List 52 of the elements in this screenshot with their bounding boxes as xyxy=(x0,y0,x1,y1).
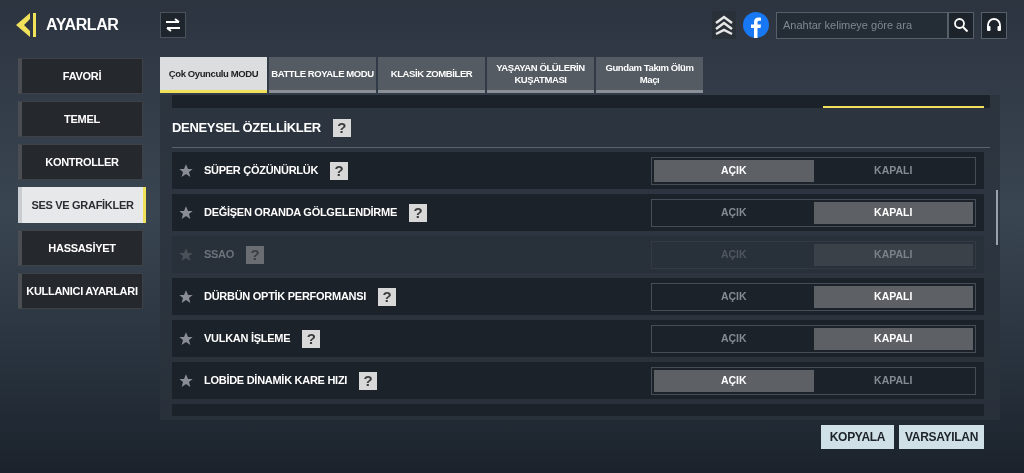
sidebar-item[interactable]: KONTROLLER xyxy=(18,144,143,180)
toggle-option[interactable]: KAPALI xyxy=(813,327,973,350)
sidebar-item[interactable]: TEMEL xyxy=(18,101,143,137)
search-field[interactable]: Anahtar kelimeye göre ara xyxy=(776,11,948,39)
mode-tab[interactable]: Çok Oyunculu MODU xyxy=(160,57,267,93)
action-button[interactable]: VARSAYILAN xyxy=(899,425,984,449)
toggle-option[interactable]: KAPALI xyxy=(813,201,973,224)
facebook-icon[interactable] xyxy=(743,12,769,38)
star-icon[interactable] xyxy=(178,204,194,221)
setting-label: LOBİDE DİNAMİK KARE HIZI xyxy=(204,373,348,389)
mode-tab[interactable]: BATTLE ROYALE MODU xyxy=(269,57,376,93)
setting-label: SÜPER ÇÖZÜNÜRLÜK xyxy=(204,163,319,179)
section-title: DENEYSEL ÖZELLİKLER xyxy=(172,118,321,137)
rank-icon[interactable] xyxy=(712,11,736,39)
toggle-option[interactable]: AÇIK xyxy=(654,201,814,224)
toggle-option[interactable]: KAPALI xyxy=(813,285,973,308)
support-button[interactable] xyxy=(981,11,1007,39)
star-icon[interactable] xyxy=(178,288,194,305)
toggle-option[interactable]: AÇIK xyxy=(654,159,814,182)
setting-label: VULKAN İŞLEME xyxy=(204,331,291,347)
toggle-option[interactable]: AÇIK xyxy=(654,369,814,392)
star-icon[interactable] xyxy=(178,330,194,347)
help-button[interactable]: ? xyxy=(332,118,351,137)
headset-icon xyxy=(986,17,1002,33)
help-button[interactable]: ? xyxy=(408,203,427,222)
sidebar-item[interactable]: KULLANICI AYARLARI xyxy=(18,273,143,309)
help-button[interactable]: ? xyxy=(378,287,397,306)
setting-label: SSAO xyxy=(204,247,235,263)
search-button[interactable] xyxy=(948,11,974,39)
swap-icon xyxy=(165,18,181,32)
setting-label: DEĞİŞEN ORANDA GÖLGELENDİRME xyxy=(204,205,397,221)
setting-label: DÜRBÜN OPTİK PERFORMANSI xyxy=(204,289,367,305)
star-icon[interactable] xyxy=(178,372,194,389)
help-button[interactable]: ? xyxy=(359,371,378,390)
help-button[interactable]: ? xyxy=(302,329,321,348)
mode-tab[interactable]: Gundam Takım Ölüm Maçı xyxy=(596,57,703,93)
scrollbar xyxy=(996,190,998,245)
sidebar-item[interactable]: FAVORİ xyxy=(18,58,143,94)
toggle-option[interactable]: AÇIK xyxy=(654,327,814,350)
mode-tab[interactable]: YAŞAYAN ÖLÜLERİN KUŞATMASI xyxy=(487,57,594,93)
toggle-option[interactable]: AÇIK xyxy=(654,285,814,308)
help-button[interactable]: ? xyxy=(330,161,349,180)
search-icon xyxy=(953,17,969,33)
swap-button[interactable] xyxy=(160,12,186,38)
mode-tab[interactable]: KLASİK ZOMBİLER xyxy=(378,57,485,93)
sidebar-item[interactable]: SES VE GRAFİKLER xyxy=(18,187,143,223)
sidebar-item[interactable]: HASSASİYET xyxy=(18,230,143,266)
action-button[interactable]: KOPYALA xyxy=(821,425,894,449)
toggle-option[interactable]: KAPALI xyxy=(813,159,973,182)
star-icon[interactable] xyxy=(178,162,194,179)
page-title: AYARLAR xyxy=(46,15,119,35)
toggle-option[interactable]: KAPALI xyxy=(813,369,973,392)
